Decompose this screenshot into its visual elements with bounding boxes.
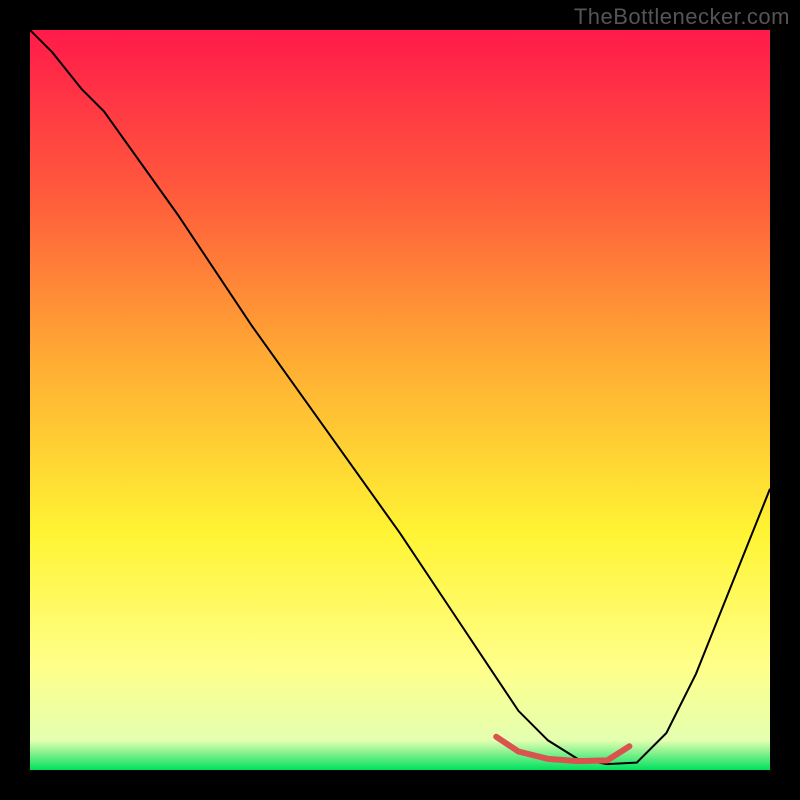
watermark-text: TheBottlenecker.com	[574, 4, 790, 30]
chart-canvas	[30, 30, 770, 770]
gradient-background	[30, 30, 770, 770]
chart-svg	[30, 30, 770, 770]
